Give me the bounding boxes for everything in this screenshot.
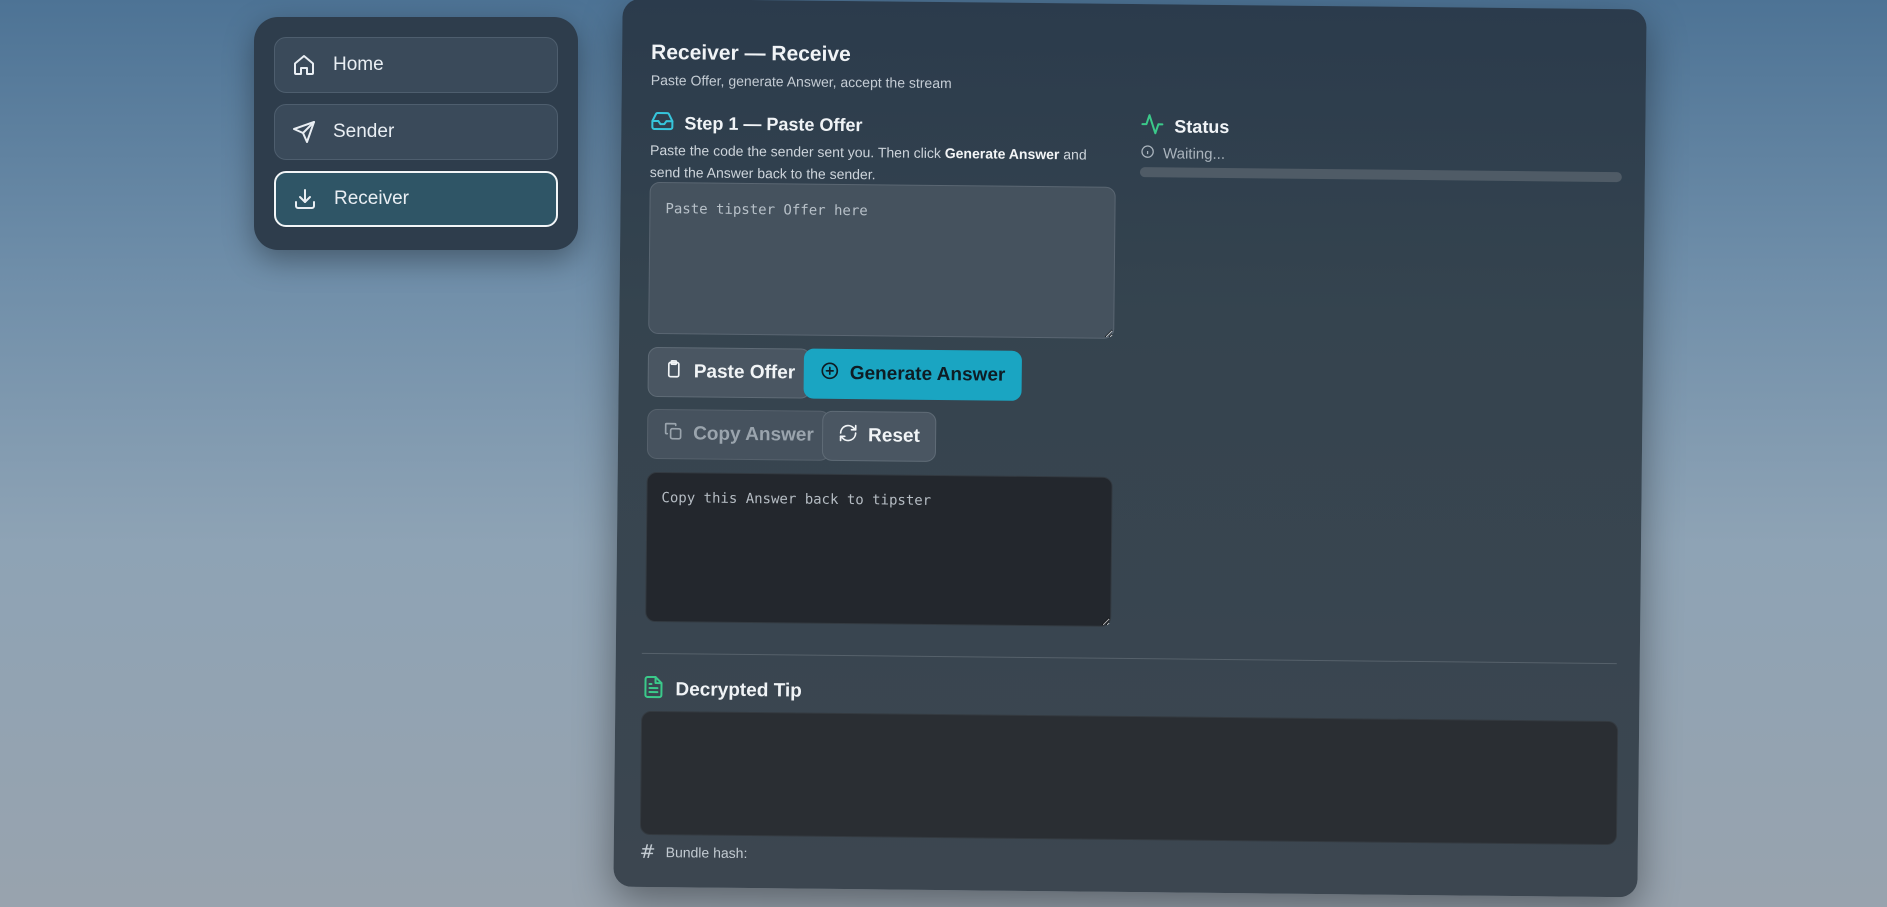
copy-answer-label: Copy Answer xyxy=(693,423,814,446)
divider xyxy=(641,652,1617,665)
page-subtitle: Paste Offer, generate Answer, accept the… xyxy=(650,71,952,92)
step1-desc-bold: Generate Answer xyxy=(944,145,1060,163)
paste-offer-label: Paste Offer xyxy=(693,361,796,384)
sidebar-item-receiver[interactable]: Receiver xyxy=(274,171,558,227)
step1-desc-prefix: Paste the code the sender sent you. Then… xyxy=(650,141,945,162)
inbox-icon xyxy=(650,109,674,138)
step1-title: Step 1 — Paste Offer xyxy=(684,113,863,136)
clipboard-icon xyxy=(664,359,684,385)
decrypted-tip-content xyxy=(639,710,1619,846)
status-text: Waiting... xyxy=(1162,145,1226,163)
hash-icon: # xyxy=(639,840,656,864)
reset-button[interactable]: Reset xyxy=(821,410,937,462)
sidebar-item-sender[interactable]: Sender xyxy=(274,104,558,160)
offer-input[interactable] xyxy=(648,181,1116,339)
decrypted-tip-title: Decrypted Tip xyxy=(675,678,802,702)
reset-label: Reset xyxy=(868,425,920,447)
sidebar-item-label: Receiver xyxy=(334,188,409,209)
bundle-hash: # Bundle hash: xyxy=(640,841,758,864)
sidebar-item-label: Home xyxy=(333,54,384,75)
status-header: Status xyxy=(1140,112,1229,142)
status-title: Status xyxy=(1174,116,1230,138)
answer-output[interactable] xyxy=(645,471,1113,627)
sidebar-item-home[interactable]: Home xyxy=(274,37,558,93)
sidebar-item-label: Sender xyxy=(333,121,395,142)
file-text-icon xyxy=(641,675,665,704)
download-icon xyxy=(292,186,318,212)
step1-description: Paste the code the sender sent you. Then… xyxy=(650,139,1110,188)
paste-offer-button[interactable]: Paste Offer xyxy=(647,346,812,399)
copy-answer-button[interactable]: Copy Answer xyxy=(646,408,831,461)
send-icon xyxy=(291,119,317,145)
progress-bar xyxy=(1139,167,1622,183)
generate-answer-label: Generate Answer xyxy=(849,363,1006,386)
plus-circle-icon xyxy=(820,361,840,387)
copy-icon xyxy=(663,421,683,447)
decrypted-tip-header: Decrypted Tip xyxy=(641,675,802,706)
bundle-hash-label: Bundle hash: xyxy=(665,844,748,862)
receiver-panel: Receiver — Receive Paste Offer, generate… xyxy=(613,0,1647,898)
info-icon xyxy=(1140,144,1155,163)
generate-answer-button[interactable]: Generate Answer xyxy=(803,348,1022,401)
refresh-icon xyxy=(838,423,858,449)
sidebar: Home Sender Receiver xyxy=(254,17,578,250)
page-title: Receiver — Receive xyxy=(650,40,851,67)
step1-header: Step 1 — Paste Offer xyxy=(650,109,863,140)
home-icon xyxy=(291,52,317,78)
activity-icon xyxy=(1140,112,1164,141)
status-line: Waiting... xyxy=(1140,144,1225,164)
